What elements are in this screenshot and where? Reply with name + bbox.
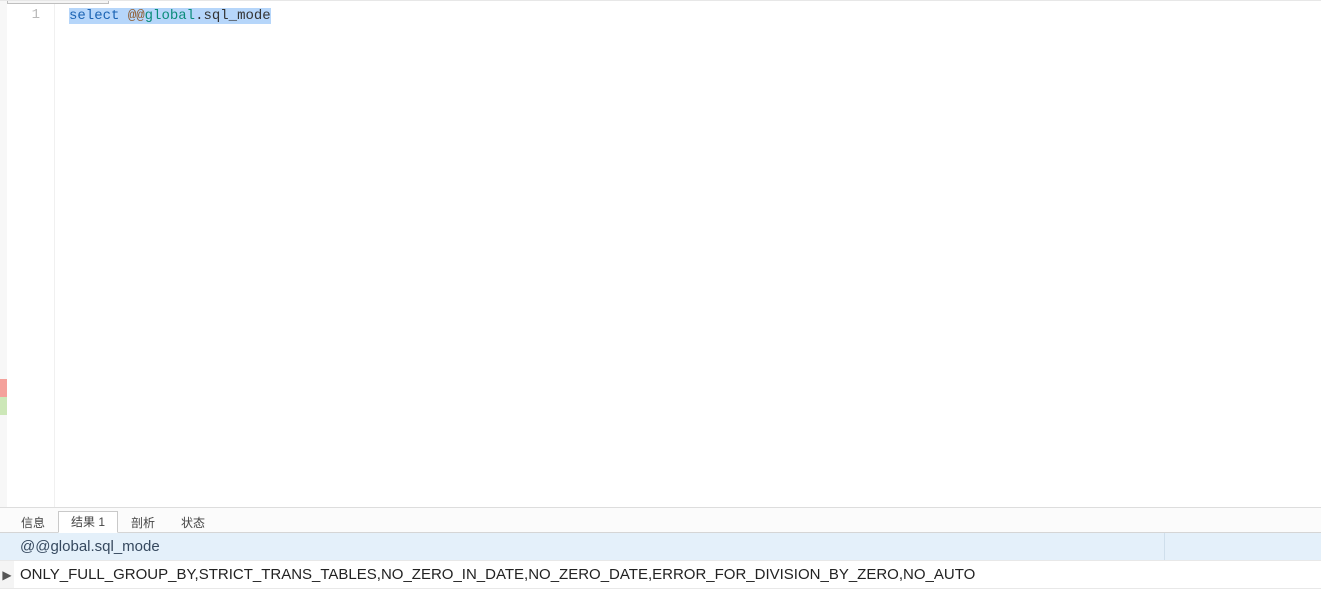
result-grid: @@global.sql_mode ▶ ONLY_FULL_GROUP_BY,S… — [0, 533, 1321, 608]
row-current-marker-icon: ▶ — [0, 561, 14, 588]
sql-editor[interactable]: select @@global.sql_mode — [55, 1, 1321, 507]
token-at: @@ — [128, 8, 145, 24]
grid-column-header[interactable]: @@global.sql_mode — [14, 533, 1165, 560]
editor-marker-red — [0, 379, 7, 397]
code-line-1: select @@global.sql_mode — [69, 7, 1321, 25]
sql-editor-area: 1 select @@global.sql_mode — [0, 0, 1321, 508]
table-row[interactable]: ▶ ONLY_FULL_GROUP_BY,STRICT_TRANS_TABLES… — [0, 561, 1321, 589]
token-global: global — [145, 8, 195, 24]
token-keyword: select — [69, 8, 119, 24]
results-pane: 信息 结果 1 剖析 状态 @@global.sql_mode ▶ ONLY_F… — [0, 508, 1321, 608]
result-tab-bar: 信息 结果 1 剖析 状态 — [0, 508, 1321, 533]
token-space — [119, 8, 127, 24]
tab-status[interactable]: 状态 — [168, 512, 218, 533]
editor-gutter: 1 — [7, 1, 55, 507]
editor-left-strip — [0, 1, 7, 507]
token-identifier: sql_mode — [203, 8, 270, 24]
app-root: 1 select @@global.sql_mode 信息 结果 1 剖析 状态… — [0, 0, 1321, 608]
grid-header-row: @@global.sql_mode — [0, 533, 1321, 561]
tab-profile[interactable]: 剖析 — [118, 512, 168, 533]
editor-marker-green — [0, 397, 7, 415]
tab-result-1[interactable]: 结果 1 — [58, 511, 118, 533]
line-number-1: 1 — [7, 7, 40, 23]
grid-cell-value[interactable]: ONLY_FULL_GROUP_BY,STRICT_TRANS_TABLES,N… — [14, 561, 1321, 588]
grid-header-handle — [0, 533, 14, 560]
tab-info[interactable]: 信息 — [8, 512, 58, 533]
